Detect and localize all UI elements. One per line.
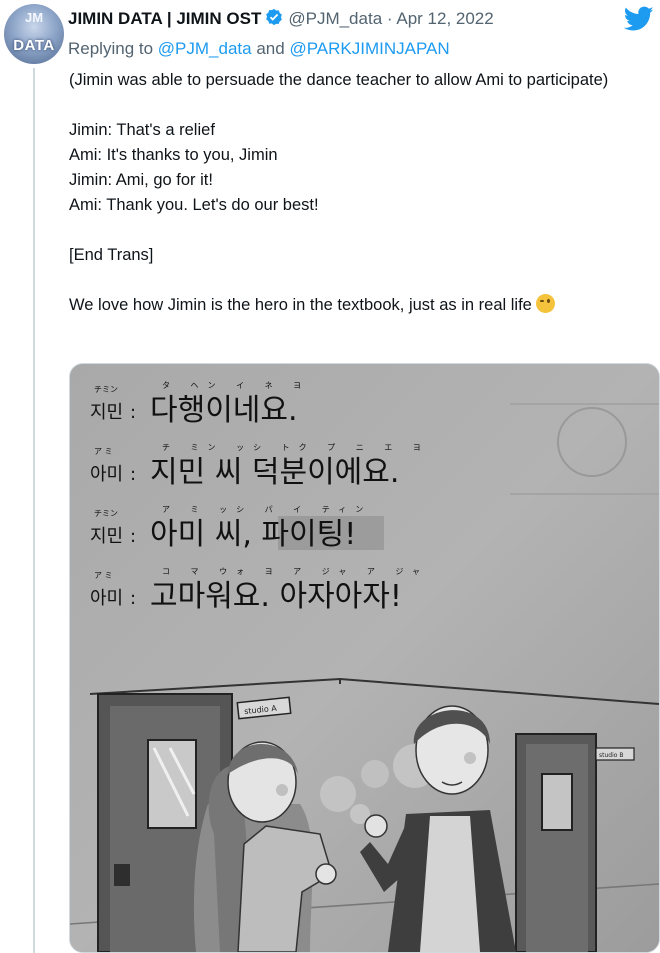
reply-mention-1[interactable]: @PJM_data: [158, 39, 252, 58]
tweet-line-text: We love how Jimin is the hero in the tex…: [69, 296, 532, 314]
tweet-line: (Jimin was able to persuade the dance te…: [69, 71, 609, 89]
tweet-line: Jimin: That's a relief: [69, 121, 215, 139]
tweet-text: (Jimin was able to persuade the dance te…: [69, 68, 654, 318]
colon: :: [130, 402, 136, 423]
tweet-line-final: We love how Jimin is the hero in the tex…: [69, 293, 654, 318]
colon: :: [130, 526, 136, 547]
twitter-bird-icon[interactable]: [623, 6, 654, 37]
winking-face-icon: [535, 294, 555, 313]
dialogue-line: 아미 씨, 파이팅!: [150, 517, 356, 552]
tweet-line: Ami: It's thanks to you, Jimin: [69, 146, 278, 164]
reply-mention-2[interactable]: @PARKJIMINJAPAN: [289, 39, 449, 58]
tweet-line: [End Trans]: [69, 246, 154, 264]
author-name[interactable]: JIMIN DATA | JIMIN OST: [68, 9, 261, 28]
ruby-line: タ ヘン イ ネ ヨ: [162, 381, 310, 390]
replying-to: Replying to @PJM_data and @PARKJIMINJAPA…: [68, 39, 450, 59]
verified-badge-icon: [264, 7, 284, 32]
ruby-line: ア ミ ッシ パ イ ティン: [162, 505, 372, 514]
ruby-line: チ ミン ッシ トク プ ニ エ ヨ: [162, 443, 430, 452]
speaker: 아미: [90, 588, 123, 609]
speaker: 지민: [90, 526, 123, 547]
textbook-page-photo: チミン 지민 : タ ヘン イ ネ ヨ 다행이네요. ア ミ 아미 : チ ミン…: [70, 364, 659, 952]
ruby-speaker: チミン: [94, 385, 118, 394]
colon: :: [130, 464, 136, 485]
dialogue-line: 고마워요. 아자아자!: [150, 579, 402, 614]
tweet-line: Jimin: Ami, go for it!: [69, 171, 213, 189]
ruby-speaker: ア ミ: [94, 447, 113, 456]
dialogue-line: 지민 씨 덕분이에요.: [150, 455, 399, 490]
avatar[interactable]: JM DATA: [4, 4, 64, 64]
replying-and: and: [256, 39, 285, 58]
author-handle[interactable]: @PJM_data: [288, 9, 382, 28]
thread-line: [33, 68, 35, 953]
tweet-header: JIMIN DATA | JIMIN OST @PJM_data · Apr 12…: [68, 7, 494, 32]
speaker: 지민: [90, 402, 123, 423]
dialogue-line: 다행이네요.: [150, 393, 298, 428]
ruby-speaker: ア ミ: [94, 571, 113, 580]
tweet-image[interactable]: チミン 지민 : タ ヘン イ ネ ヨ 다행이네요. ア ミ 아미 : チ ミン…: [69, 363, 660, 953]
colon: :: [130, 588, 136, 609]
speaker: 아미: [90, 464, 123, 485]
separator-dot: ·: [386, 9, 393, 28]
tweet-line: Ami: Thank you. Let's do our best!: [69, 196, 319, 214]
ruby-speaker: チミン: [94, 509, 118, 518]
avatar-text: DATA: [13, 37, 55, 54]
door-sign-b: studio B: [599, 752, 623, 759]
ruby-line: コ マ ウォ ヨ ア ジャ ア ジャ: [162, 567, 429, 576]
replying-prefix: Replying to: [68, 39, 154, 58]
avatar-top-text: JM: [24, 10, 44, 25]
tweet-date[interactable]: Apr 12, 2022: [396, 9, 493, 28]
